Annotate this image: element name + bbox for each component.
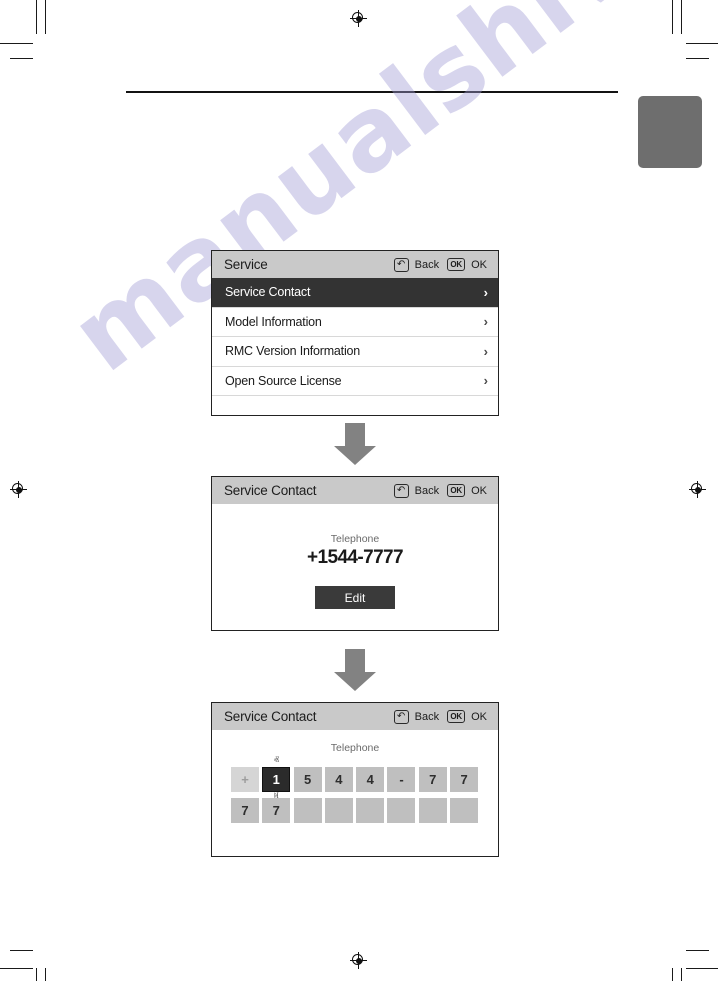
crop-mark-bottom-right-horizontal-inner xyxy=(686,950,709,952)
telephone-digit-row-2: 7 7 xyxy=(231,798,481,823)
digit-cell[interactable]: - xyxy=(387,767,416,792)
chevron-up-icon[interactable]: ⱏ xyxy=(274,756,279,767)
crop-mark-top-right-vertical-inner xyxy=(681,0,683,34)
crop-mark-bottom-left-horizontal-outer xyxy=(0,968,33,970)
ok-label: OK xyxy=(471,484,487,497)
crop-mark-top-right-horizontal-inner xyxy=(686,58,709,60)
digit-cell[interactable]: 7 xyxy=(418,767,447,792)
crop-mark-top-right-horizontal-outer xyxy=(686,43,718,45)
edit-button[interactable]: Edit xyxy=(315,586,395,609)
digit-cell-empty[interactable] xyxy=(356,798,385,823)
crop-mark-top-left-horizontal-outer xyxy=(0,43,33,45)
registration-target-bottom xyxy=(350,952,367,969)
panel-service-contact-edit: Service Contact ↶ Back OK OK Telephone +… xyxy=(211,702,499,857)
crop-mark-top-left-vertical-outer xyxy=(36,0,38,34)
menu-item-label: Model Information xyxy=(225,314,322,329)
menu-item-service-contact[interactable]: Service Contact › xyxy=(212,278,498,308)
panel-header-keys: ↶ Back OK OK xyxy=(393,709,490,724)
digit-cell-empty[interactable] xyxy=(418,798,447,823)
panel-header-keys: ↶ Back OK OK xyxy=(393,257,490,272)
menu-item-rmc-version-information[interactable]: RMC Version Information › xyxy=(212,337,498,367)
registration-target-top xyxy=(350,10,367,27)
digit-cell[interactable]: 5 xyxy=(293,767,322,792)
panel-header: Service Contact ↶ Back OK OK xyxy=(212,703,498,730)
chevron-right-icon: › xyxy=(483,373,488,389)
telephone-digit-grid: + ⱏ 1 ⱝ 5 4 4 - 7 7 7 7 xyxy=(231,756,481,829)
back-icon[interactable]: ↶ xyxy=(393,257,409,272)
crop-mark-bottom-left-vertical-inner xyxy=(45,968,47,981)
ok-label: OK xyxy=(471,710,487,723)
crop-mark-top-left-horizontal-inner xyxy=(10,58,33,60)
digit-cell-value: 1 xyxy=(272,772,280,787)
panel-title: Service Contact xyxy=(224,709,317,724)
menu-item-model-information[interactable]: Model Information › xyxy=(212,307,498,337)
digit-cell[interactable]: 4 xyxy=(324,767,353,792)
panel-service-menu: Service ↶ Back OK OK Service Contact › M… xyxy=(211,250,499,416)
flow-arrow-down-1 xyxy=(334,423,376,465)
digit-cell[interactable]: 7 xyxy=(231,798,259,823)
crop-mark-bottom-right-vertical-outer xyxy=(672,968,674,981)
digit-cell-empty[interactable] xyxy=(293,798,322,823)
telephone-label: Telephone xyxy=(330,742,380,754)
panel-title: Service Contact xyxy=(224,483,317,498)
flow-arrow-down-2 xyxy=(334,649,376,691)
menu-item-label: Open Source License xyxy=(225,373,342,388)
service-contact-body: Telephone +1544-7777 Edit xyxy=(212,504,498,630)
crop-mark-bottom-right-horizontal-outer xyxy=(686,968,718,970)
telephone-digit-row-1: + ⱏ 1 ⱝ 5 4 4 - 7 7 xyxy=(231,756,481,803)
digit-cell[interactable]: + xyxy=(231,767,259,792)
telephone-value: +1544-7777 xyxy=(307,547,404,568)
crop-mark-bottom-left-horizontal-inner xyxy=(10,950,33,952)
back-icon[interactable]: ↶ xyxy=(393,483,409,498)
chevron-right-icon: › xyxy=(483,284,488,300)
panel-header-keys: ↶ Back OK OK xyxy=(393,483,490,498)
telephone-edit-body: Telephone + ⱏ 1 ⱝ 5 4 4 - 7 7 7 7 xyxy=(212,730,498,856)
digit-cell-empty[interactable] xyxy=(387,798,416,823)
crop-mark-bottom-left-vertical-outer xyxy=(36,968,38,981)
registration-target-right xyxy=(689,481,706,498)
telephone-label: Telephone xyxy=(330,533,380,545)
menu-list-filler xyxy=(212,396,498,415)
back-label: Back xyxy=(414,710,440,723)
menu-item-open-source-license[interactable]: Open Source License › xyxy=(212,366,498,396)
digit-cell-empty[interactable] xyxy=(324,798,353,823)
page-header-rule xyxy=(126,91,618,93)
digit-cell[interactable]: 7 xyxy=(262,798,291,823)
crop-mark-bottom-right-vertical-inner xyxy=(681,968,683,981)
digit-cell-selected[interactable]: ⱏ 1 ⱝ xyxy=(262,756,291,803)
crop-mark-top-right-vertical-outer xyxy=(672,0,674,34)
ok-label: OK xyxy=(471,258,487,271)
chevron-right-icon: › xyxy=(483,343,488,359)
registration-target-left xyxy=(10,481,27,498)
menu-item-label: Service Contact xyxy=(225,285,311,300)
panel-header: Service Contact ↶ Back OK OK xyxy=(212,477,498,504)
digit-cell[interactable]: 4 xyxy=(356,767,385,792)
back-label: Back xyxy=(414,484,440,497)
back-label: Back xyxy=(414,258,440,271)
ok-icon[interactable]: OK xyxy=(447,710,466,723)
chevron-right-icon: › xyxy=(483,314,488,330)
ok-icon[interactable]: OK xyxy=(447,484,466,497)
panel-header: Service ↶ Back OK OK xyxy=(212,251,498,278)
back-icon[interactable]: ↶ xyxy=(393,709,409,724)
digit-cell[interactable]: 7 xyxy=(450,767,479,792)
digit-cell-empty[interactable] xyxy=(450,798,479,823)
ok-icon[interactable]: OK xyxy=(447,258,466,271)
panel-title: Service xyxy=(224,257,268,272)
menu-item-label: RMC Version Information xyxy=(225,344,361,359)
crop-mark-top-left-vertical-inner xyxy=(45,0,47,34)
panel-service-contact-view: Service Contact ↶ Back OK OK Telephone +… xyxy=(211,476,499,631)
service-menu-list: Service Contact › Model Information › RM… xyxy=(212,278,498,415)
chapter-tab xyxy=(638,96,702,168)
